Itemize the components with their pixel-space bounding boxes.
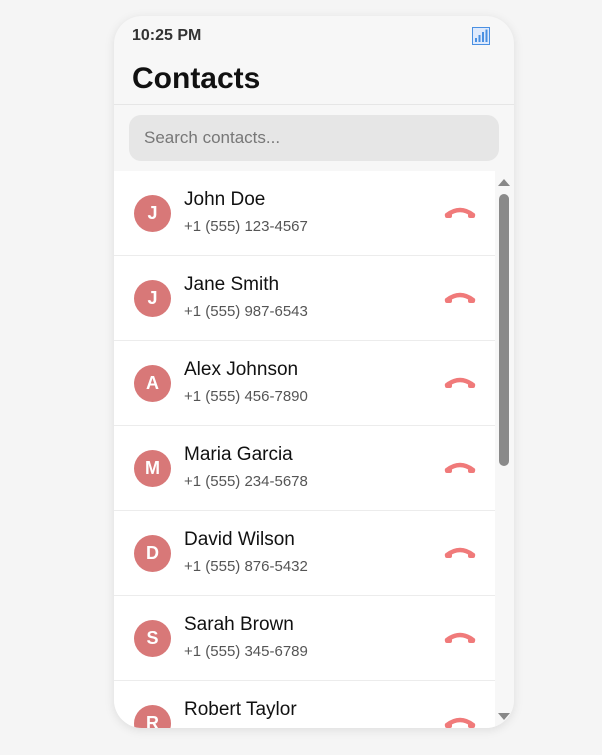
avatar: A: [134, 365, 171, 402]
contact-name: Jane Smith: [184, 274, 280, 295]
contact-name: Sarah Brown: [184, 614, 294, 635]
call-icon[interactable]: [444, 459, 476, 475]
contact-name: John Doe: [184, 189, 266, 210]
contact-phone: +1 (555) 345-6789: [184, 643, 308, 660]
contact-row[interactable]: J John Doe +1 (555) 123-4567: [114, 171, 495, 256]
avatar: M: [134, 450, 171, 487]
contact-row[interactable]: J Jane Smith +1 (555) 987-6543: [114, 256, 495, 341]
avatar: J: [134, 195, 171, 232]
call-icon[interactable]: [444, 714, 476, 728]
contact-name: Robert Taylor: [184, 699, 297, 720]
signal-icon: [472, 27, 490, 45]
header-divider: [114, 104, 514, 105]
contact-phone: +1 (555) 234-5678: [184, 473, 308, 490]
call-icon[interactable]: [444, 544, 476, 560]
contact-row[interactable]: S Sarah Brown +1 (555) 345-6789: [114, 596, 495, 681]
scrollbar[interactable]: [495, 171, 514, 728]
scroll-up-arrow-icon[interactable]: [498, 179, 510, 186]
page-title: Contacts: [132, 62, 261, 95]
avatar: S: [134, 620, 171, 657]
contact-row[interactable]: A Alex Johnson +1 (555) 456-7890: [114, 341, 495, 426]
contact-row[interactable]: M Maria Garcia +1 (555) 234-5678: [114, 426, 495, 511]
contact-row[interactable]: R Robert Taylor: [114, 681, 495, 728]
call-icon[interactable]: [444, 204, 476, 220]
phone-frame: 10:25 PM Contacts J John Doe +1 (555) 12…: [114, 16, 514, 728]
scroll-down-arrow-icon[interactable]: [498, 713, 510, 720]
call-icon[interactable]: [444, 374, 476, 390]
call-icon[interactable]: [444, 289, 476, 305]
contact-name: David Wilson: [184, 529, 295, 550]
contact-phone: +1 (555) 876-5432: [184, 558, 308, 575]
status-time: 10:25 PM: [132, 27, 202, 44]
contact-phone: +1 (555) 456-7890: [184, 388, 308, 405]
search-input[interactable]: [129, 115, 499, 161]
status-bar: 10:25 PM: [114, 16, 514, 56]
avatar: J: [134, 280, 171, 317]
contact-phone: +1 (555) 123-4567: [184, 218, 308, 235]
scrollbar-thumb[interactable]: [499, 194, 509, 466]
avatar: D: [134, 535, 171, 572]
call-icon[interactable]: [444, 629, 476, 645]
contact-list[interactable]: J John Doe +1 (555) 123-4567 J Jane Smit…: [114, 171, 495, 728]
contact-name: Maria Garcia: [184, 444, 293, 465]
contact-row[interactable]: D David Wilson +1 (555) 876-5432: [114, 511, 495, 596]
contact-phone: +1 (555) 987-6543: [184, 303, 308, 320]
avatar: R: [134, 705, 171, 728]
contact-name: Alex Johnson: [184, 359, 299, 380]
